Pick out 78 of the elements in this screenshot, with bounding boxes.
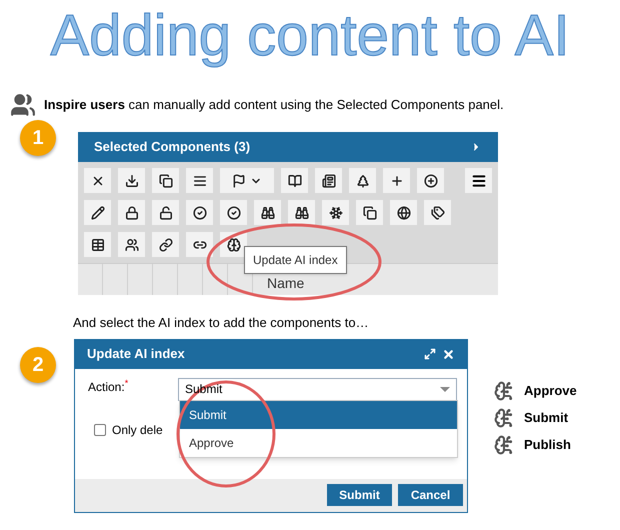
binoculars-icon <box>260 206 274 220</box>
intro-text: Inspire users can manually add content using the Selected Components panel. <box>44 96 504 114</box>
brain-icon <box>494 434 514 454</box>
plus-circle-icon <box>424 174 438 188</box>
toolbar-button[interactable] <box>84 200 111 225</box>
check-circle-icon <box>192 206 206 220</box>
copy-icon <box>158 174 172 188</box>
toolbar-button[interactable] <box>315 168 342 193</box>
tree-icon <box>356 174 370 188</box>
menu-icon <box>470 172 486 188</box>
toolbar-button[interactable] <box>118 200 145 225</box>
legend-label: Publish <box>524 436 571 454</box>
dialog-button[interactable]: Cancel <box>398 484 463 506</box>
menu-button[interactable] <box>465 168 492 193</box>
binoculars-icon <box>294 206 308 220</box>
table-icon <box>90 238 104 252</box>
dropdown-option[interactable]: Submit <box>180 400 457 428</box>
toolbar-button[interactable] <box>349 168 376 193</box>
brain-icon <box>226 238 240 252</box>
toolbar-button[interactable] <box>390 200 417 225</box>
book-icon <box>288 174 302 188</box>
toolbar-button[interactable] <box>322 200 349 225</box>
toolbar-button[interactable] <box>84 232 111 257</box>
toolbar-button[interactable] <box>152 200 179 225</box>
toolbar-button[interactable] <box>417 168 444 193</box>
check-circle-icon <box>226 206 240 220</box>
flag-icon <box>232 174 246 188</box>
toolbar-button[interactable] <box>118 232 145 257</box>
globe-icon <box>396 206 410 220</box>
link-icon <box>158 238 172 252</box>
toolbar-button[interactable] <box>186 232 213 257</box>
dropdown-option[interactable]: Approve <box>180 428 457 456</box>
instruction-text: And select the AI index to add the components to… <box>73 314 370 332</box>
users-icon <box>10 92 36 118</box>
snowflake-icon <box>328 206 342 220</box>
checkbox-label: Only dele <box>112 422 163 438</box>
bars-icon <box>192 174 206 188</box>
toolbar-button[interactable] <box>254 200 281 225</box>
checkbox[interactable] <box>94 424 106 436</box>
tags-icon <box>430 206 444 220</box>
panel-title: Selected Components (3) <box>94 138 250 156</box>
close-icon[interactable] <box>442 348 455 360</box>
page-title: Adding content to AI <box>49 2 571 70</box>
toolbar-button[interactable] <box>118 168 145 193</box>
step-badge: 2 <box>20 346 56 382</box>
dialog-button[interactable]: Submit <box>327 484 392 506</box>
tooltip: Update AI index <box>244 246 347 274</box>
brain-icon <box>494 408 514 428</box>
newspaper-icon <box>322 174 336 188</box>
toolbar-button[interactable] <box>186 168 213 193</box>
column-header: Name <box>267 274 304 293</box>
toolbar-button[interactable] <box>152 232 179 257</box>
unlock-icon <box>158 206 172 220</box>
toolbar-button[interactable] <box>152 168 179 193</box>
toolbar-button[interactable] <box>356 200 383 225</box>
legend-label: Submit <box>524 408 568 427</box>
dialog-title: Update AI index <box>87 345 185 364</box>
step-badge: 1 <box>20 120 56 156</box>
legend-label: Approve <box>524 382 577 400</box>
pencil-icon <box>90 206 104 220</box>
toolbar-button[interactable] <box>288 200 315 225</box>
users-icon <box>124 238 138 252</box>
toolbar-button[interactable] <box>84 168 111 193</box>
toolbar-button[interactable] <box>186 200 213 225</box>
maximize-icon[interactable] <box>424 348 436 360</box>
plus-icon <box>390 174 404 188</box>
required-mark: * <box>124 378 128 388</box>
toolbar-button[interactable] <box>424 200 451 225</box>
brain-icon <box>494 380 514 400</box>
copy-icon <box>362 206 376 220</box>
download-icon <box>124 174 138 188</box>
toolbar-button[interactable] <box>220 168 274 193</box>
lock-icon <box>124 206 138 220</box>
toolbar-button[interactable] <box>281 168 308 193</box>
toolbar-button[interactable] <box>383 168 410 193</box>
toolbar-button[interactable] <box>220 200 247 225</box>
caret-icon <box>440 386 450 392</box>
field-label: Action:$^{*}$ <box>88 378 130 396</box>
